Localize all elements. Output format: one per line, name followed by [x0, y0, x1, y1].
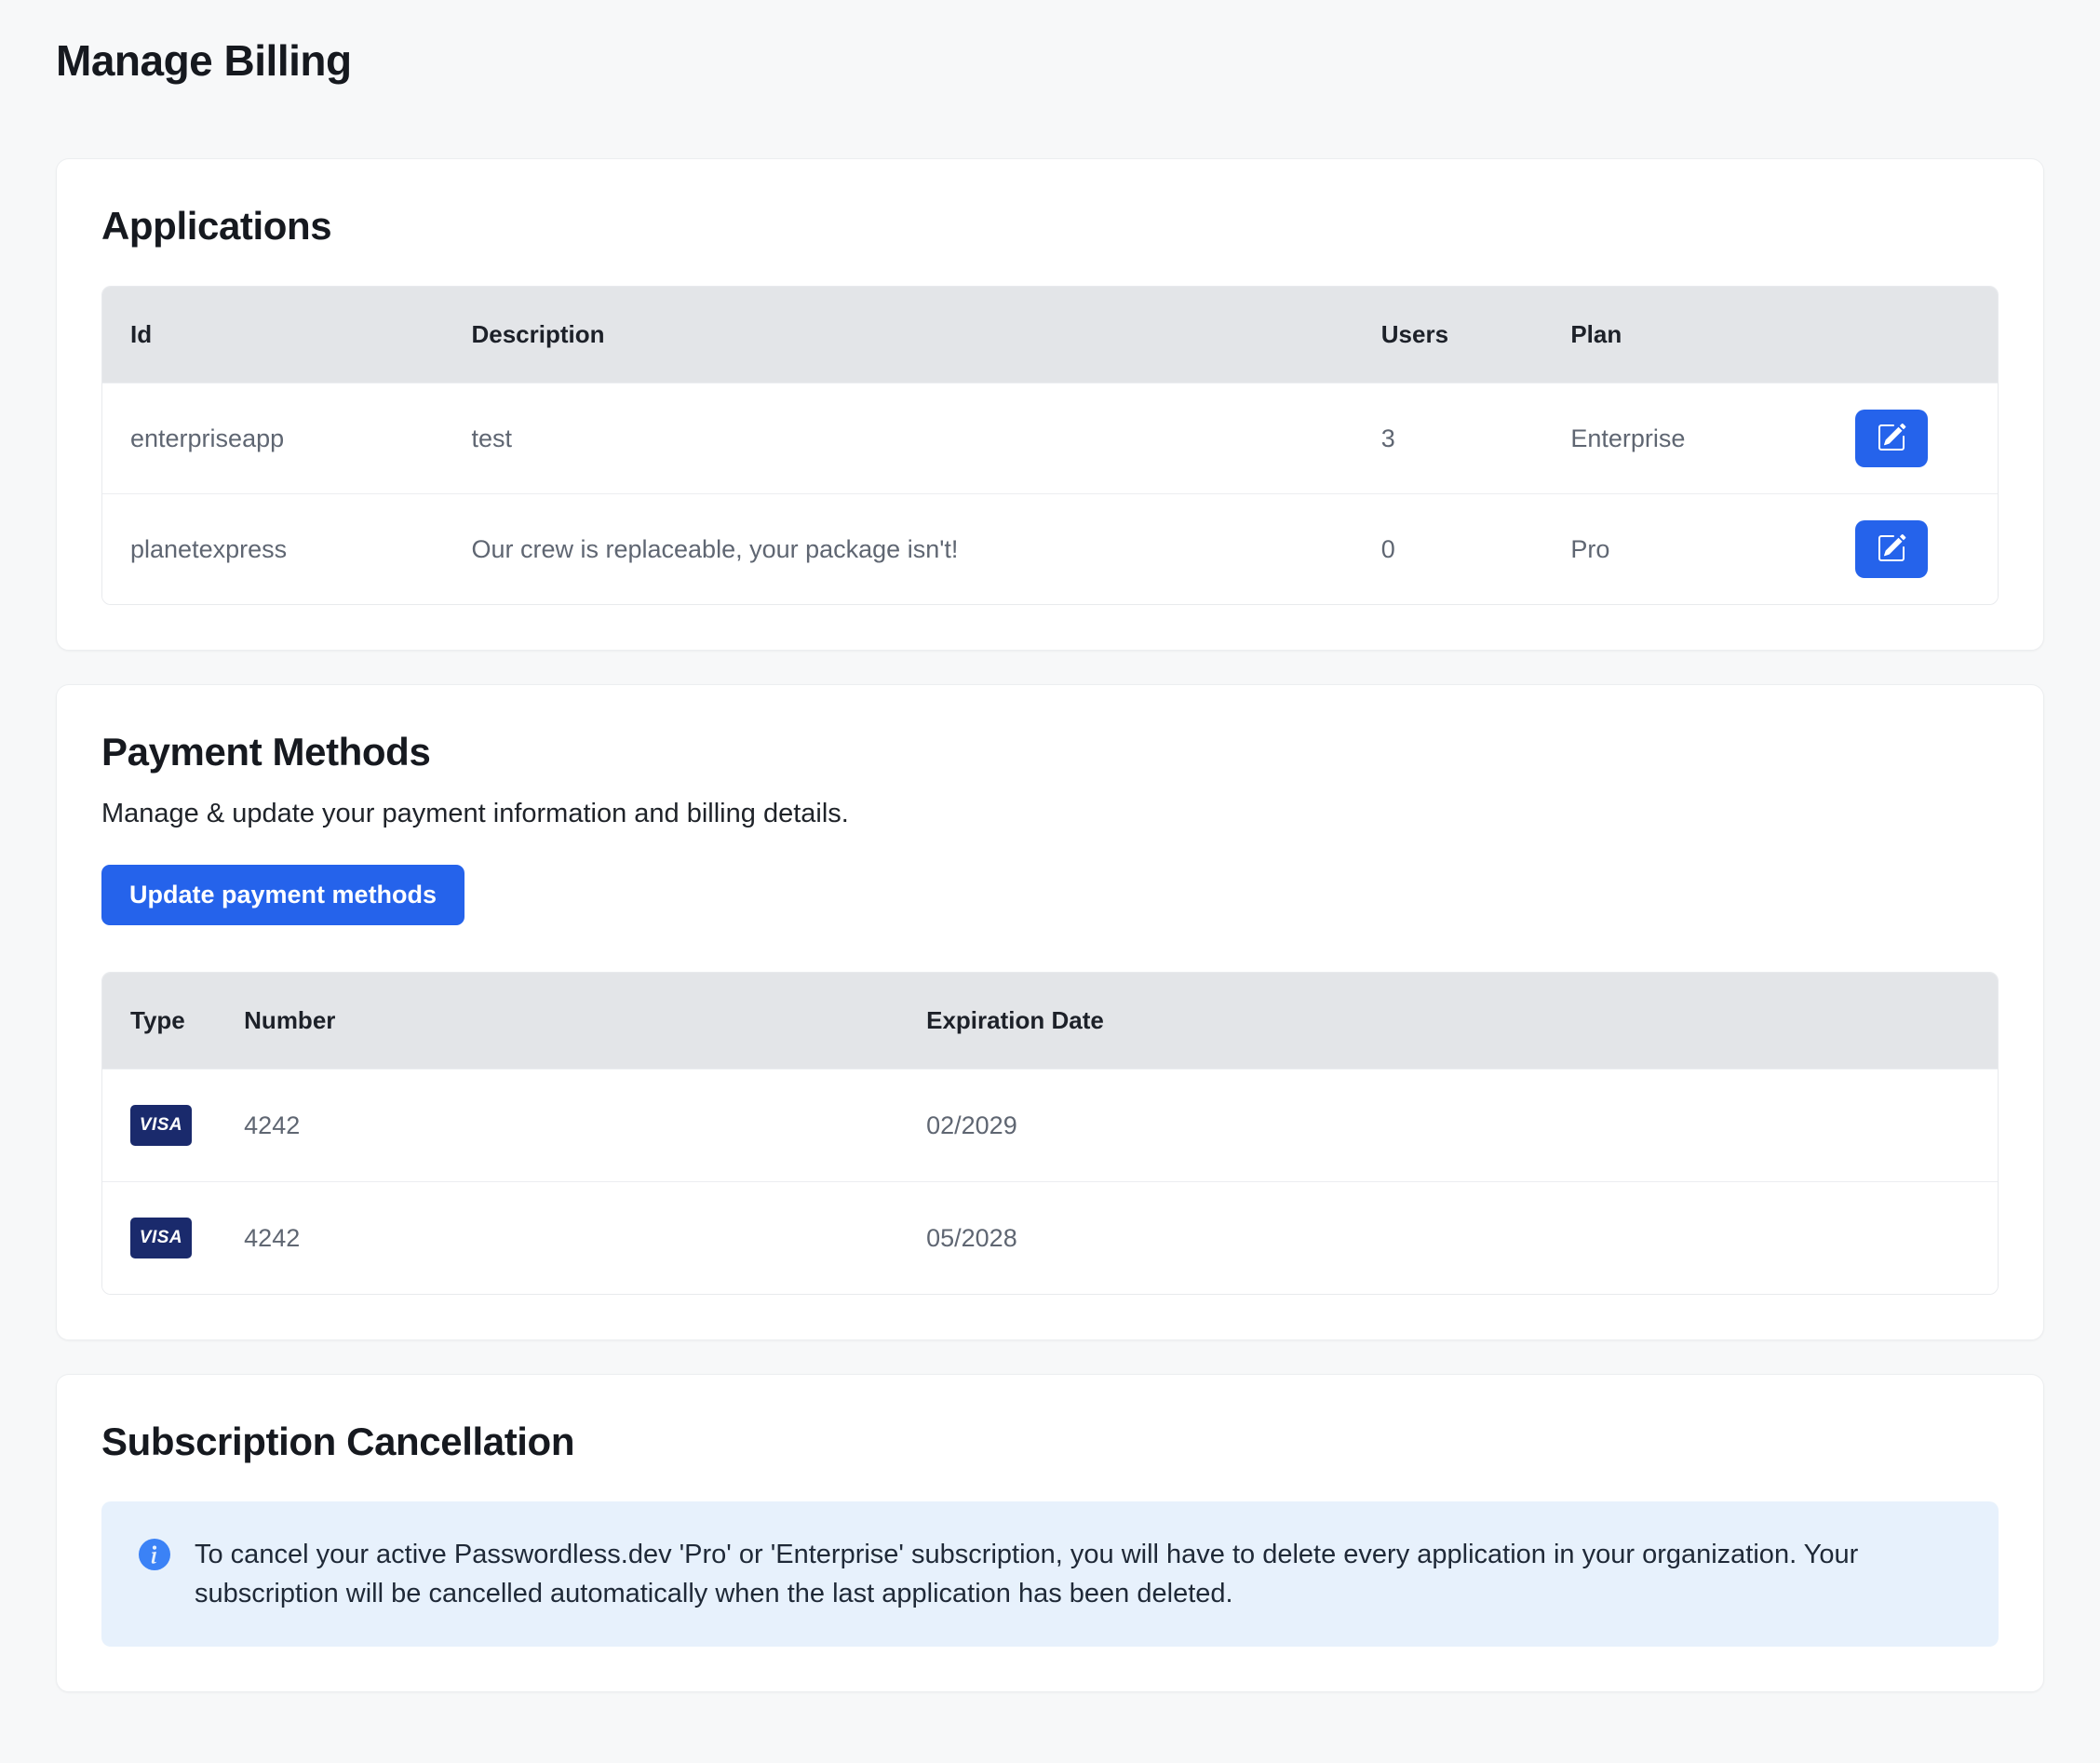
payment-col-number: Number [216, 973, 898, 1070]
card-number: 4242 [216, 1182, 898, 1295]
applications-heading: Applications [101, 204, 1999, 249]
application-plan: Enterprise [1542, 384, 1826, 494]
payment-methods-card: Payment Methods Manage & update your pay… [56, 684, 2044, 1340]
cancellation-info-alert: To cancel your active Passwordless.dev '… [101, 1501, 1999, 1647]
application-id: enterpriseapp [102, 384, 443, 494]
card-expiration: 05/2028 [898, 1182, 1998, 1295]
update-payment-methods-button[interactable]: Update payment methods [101, 865, 464, 925]
cancellation-info-text: To cancel your active Passwordless.dev '… [195, 1535, 1945, 1613]
payment-methods-table: Type Number Expiration Date VISA 4242 02… [101, 972, 1999, 1295]
application-users: 3 [1353, 384, 1543, 494]
payment-methods-header-row: Type Number Expiration Date [102, 973, 1998, 1070]
applications-col-plan: Plan [1542, 287, 1826, 384]
page-title: Manage Billing [56, 35, 2044, 86]
pencil-square-icon [1877, 533, 1906, 566]
applications-header-row: Id Description Users Plan [102, 287, 1998, 384]
payment-col-type: Type [102, 973, 216, 1070]
payment-col-expiration: Expiration Date [898, 973, 1998, 1070]
visa-card-icon: VISA [130, 1218, 192, 1258]
application-plan: Pro [1542, 494, 1826, 605]
applications-col-actions [1827, 287, 1998, 384]
application-description: test [443, 384, 1353, 494]
payment-methods-subtitle: Manage & update your payment information… [101, 799, 1999, 829]
applications-col-users: Users [1353, 287, 1543, 384]
payment-methods-heading: Payment Methods [101, 730, 1999, 774]
application-row-enterpriseapp: enterpriseapp test 3 Enterprise [102, 384, 1998, 494]
subscription-cancellation-heading: Subscription Cancellation [101, 1420, 1999, 1464]
application-row-planetexpress: planetexpress Our crew is replaceable, y… [102, 494, 1998, 605]
payment-method-row: VISA 4242 02/2029 [102, 1070, 1998, 1182]
applications-col-id: Id [102, 287, 443, 384]
manage-billing-page: Manage Billing Applications Id Descripti… [0, 0, 2100, 1763]
application-users: 0 [1353, 494, 1543, 605]
application-description: Our crew is replaceable, your package is… [443, 494, 1353, 605]
visa-card-icon: VISA [130, 1105, 192, 1146]
application-id: planetexpress [102, 494, 443, 605]
applications-col-description: Description [443, 287, 1353, 384]
applications-table: Id Description Users Plan enterpriseapp … [101, 286, 1999, 605]
card-number: 4242 [216, 1070, 898, 1182]
subscription-cancellation-card: Subscription Cancellation To cancel your… [56, 1374, 2044, 1692]
card-expiration: 02/2029 [898, 1070, 1998, 1182]
pencil-square-icon [1877, 423, 1906, 455]
payment-method-row: VISA 4242 05/2028 [102, 1182, 1998, 1295]
info-icon [139, 1539, 170, 1570]
edit-application-button[interactable] [1855, 520, 1928, 578]
edit-application-button[interactable] [1855, 410, 1928, 467]
applications-card: Applications Id Description Users Plan [56, 158, 2044, 651]
